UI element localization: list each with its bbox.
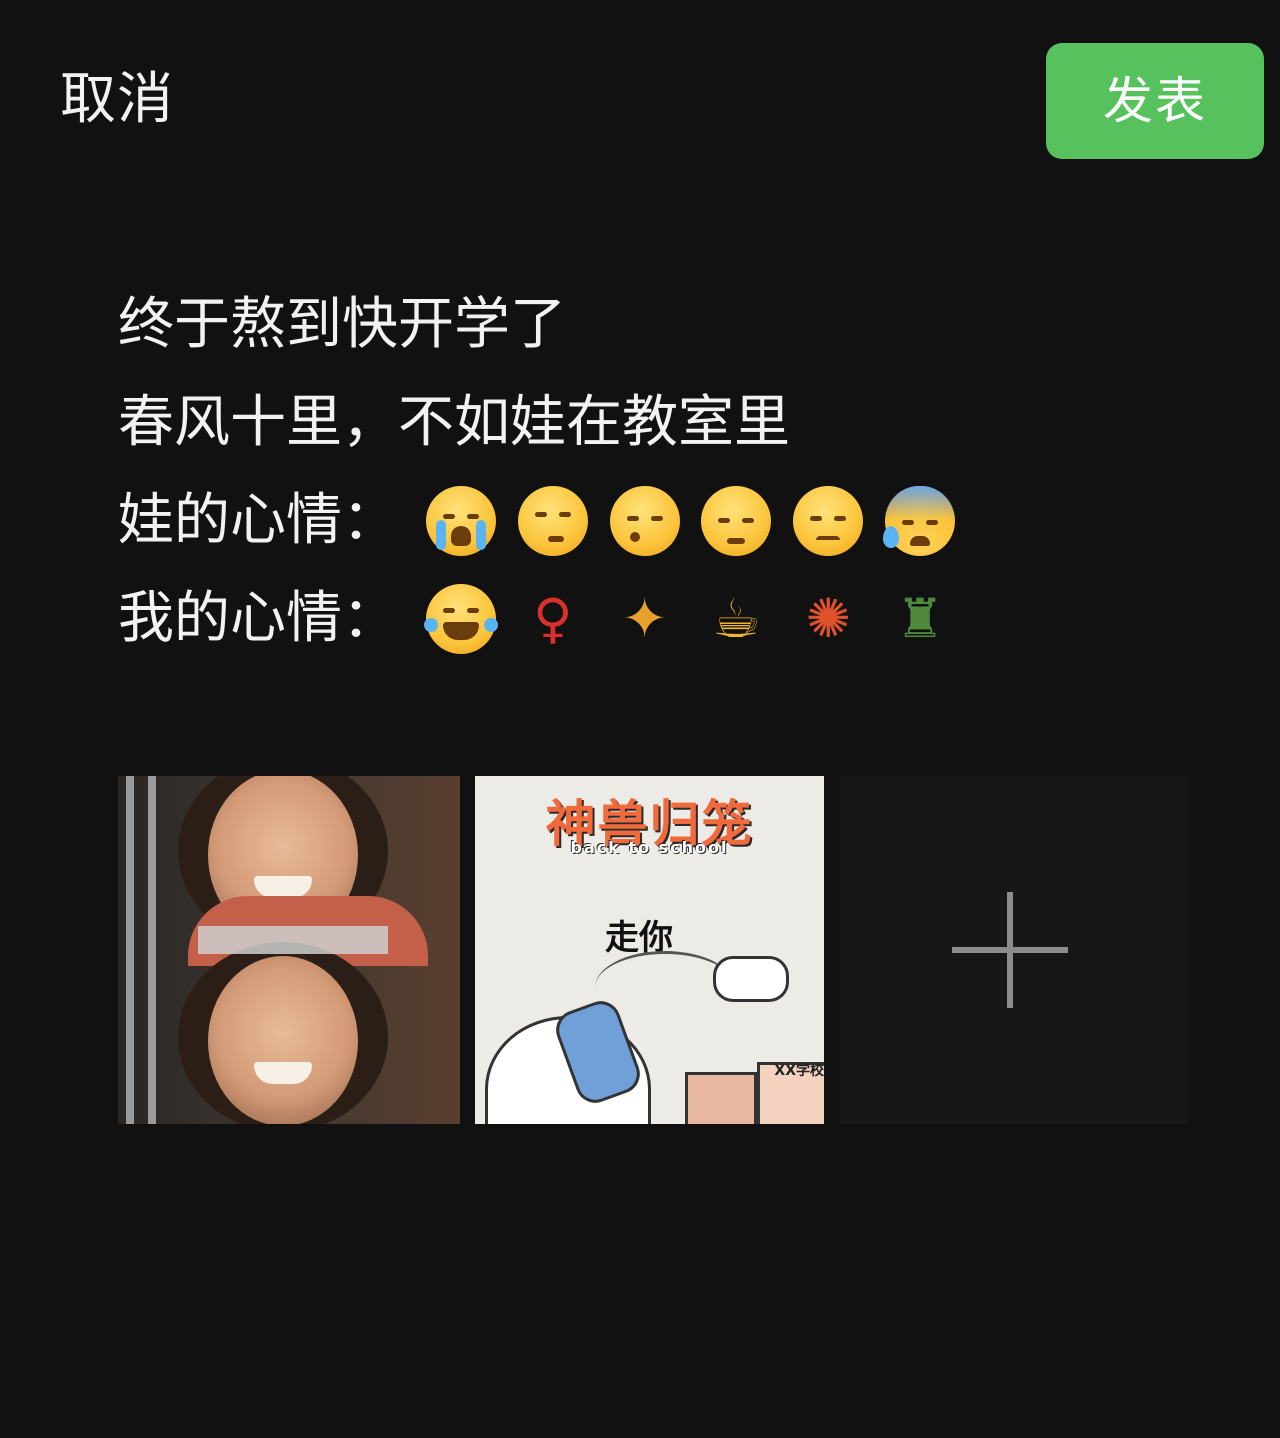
face-with-tears-of-joy-icon — [424, 584, 498, 654]
fireworks-icon: ✺ — [805, 587, 851, 650]
face-exhaling-icon — [609, 486, 680, 556]
loudly-crying-face-icon — [426, 486, 496, 556]
beer-mug-icon: ☕ — [712, 587, 761, 650]
anxious-face-with-sweat-icon — [883, 486, 956, 556]
child-mood-emojis — [426, 486, 959, 556]
unamused-face-icon — [517, 486, 588, 556]
meme-frame-bottom — [118, 942, 460, 1124]
my-mood-emojis: ♀ ✦ ☕ ✺ ♜ — [424, 584, 959, 654]
cancel-button[interactable]: 取消 — [60, 64, 174, 136]
pensive-face-icon — [701, 486, 772, 556]
woman-dancing-icon: ♀ — [533, 587, 573, 650]
top-bar: 取消 发表 — [0, 0, 1280, 200]
school-building — [685, 1072, 757, 1124]
flying-kid-figure — [713, 956, 789, 1002]
post-line-2: 春风十里，不如娃在教室里 — [118, 390, 790, 455]
bottle-with-popping-cork-icon: ♜ — [895, 587, 945, 650]
child-mood-label: 娃的心情： — [118, 488, 398, 553]
school-label: XX学校 — [774, 1063, 824, 1079]
post-text-area[interactable]: 终于熬到快开学了 春风十里，不如娃在教室里 娃的心情： 我的心情： ♀ ✦ ☕ … — [118, 290, 1178, 682]
blurred-watermark — [198, 926, 388, 954]
meme-frame-top — [118, 776, 460, 966]
child-mood-line: 娃的心情： — [118, 486, 1178, 584]
cartoon-subtitle: back to school — [570, 838, 729, 857]
image-thumbnail-back-to-school[interactable]: 神兽归笼 back to school 走你 XX学校 — [475, 776, 824, 1124]
publish-button[interactable]: 发表 — [1046, 43, 1264, 159]
my-mood-label: 我的心情： — [118, 586, 398, 651]
disappointed-face-icon — [793, 486, 864, 556]
my-mood-line: 我的心情： ♀ ✦ ☕ ✺ ♜ — [118, 584, 1178, 682]
party-popper-icon: ✦ — [622, 587, 668, 650]
add-image-button[interactable] — [840, 776, 1188, 1124]
post-line-1: 终于熬到快开学了 — [118, 292, 566, 357]
image-thumbnail-laughing-woman[interactable] — [118, 776, 460, 1124]
